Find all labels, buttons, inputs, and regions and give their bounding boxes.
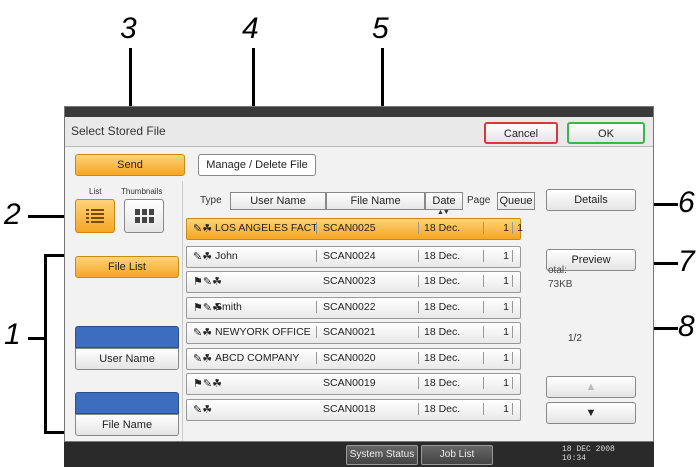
column-file-name[interactable]: File Name [326, 192, 425, 210]
row-user-name: Smith [215, 301, 317, 313]
bottom-status-bar: System Status Job List 18 DEC 2008 10:34 [64, 442, 654, 467]
row-date: 18 Dec. [424, 275, 484, 287]
sort-file-name-button[interactable]: File Name [75, 414, 179, 436]
sort-direction-icon: ▲▼ [437, 209, 450, 216]
list-view-button[interactable] [75, 199, 115, 233]
file-list-button[interactable]: File List [75, 256, 179, 278]
row-file-name: SCAN0023 [323, 275, 419, 287]
column-date[interactable]: Date [425, 192, 463, 210]
row-date: 18 Dec. [424, 377, 484, 389]
scroll-down-button[interactable]: ▼ [546, 402, 636, 424]
list-icon [86, 209, 104, 223]
total-size: 73KB [548, 279, 573, 290]
column-user-name[interactable]: User Name [230, 192, 326, 210]
thumbnails-view-label: Thumbnails [121, 187, 163, 196]
row-file-name: SCAN0021 [323, 326, 419, 338]
sort-user-name-header [75, 326, 179, 348]
row-page: 1 [489, 275, 513, 287]
row-page: 1 [489, 301, 513, 313]
row-page: 1 [489, 377, 513, 389]
callout-5: 5 [372, 12, 389, 45]
file-type-icons: ✎☘ [193, 404, 213, 416]
row-page: 1 [489, 403, 513, 415]
table-row[interactable]: ⚑✎☘ Smith SCAN0022 18 Dec. 1 [186, 297, 521, 319]
screen-top-bar [65, 107, 653, 117]
ok-button[interactable]: OK [567, 122, 645, 144]
row-queue: 1 [517, 222, 523, 234]
tab-manage-delete-file[interactable]: Manage / Delete File [198, 154, 316, 176]
callout-7: 7 [678, 245, 695, 278]
table-row[interactable]: ✎☘ John SCAN0024 18 Dec. 1 [186, 246, 521, 268]
row-date: 18 Dec. [424, 403, 484, 415]
sort-user-name-button[interactable]: User Name [75, 348, 179, 370]
row-file-name: SCAN0018 [323, 403, 419, 415]
page-indicator: 1/2 [568, 333, 582, 344]
details-button[interactable]: Details [546, 189, 636, 211]
window-title: Select Stored File [71, 124, 166, 138]
tab-send[interactable]: Send [75, 154, 185, 176]
row-file-name: SCAN0019 [323, 377, 419, 389]
row-user-name: John [215, 250, 317, 262]
column-type-label: Type [200, 195, 222, 206]
row-page: 1 [489, 222, 513, 234]
table-row[interactable]: ✎☘ NEWYORK OFFICE SCAN0021 18 Dec. 1 [186, 322, 521, 344]
job-list-button[interactable]: Job List [421, 445, 493, 465]
column-queue[interactable]: Queue [497, 192, 535, 210]
device-screen: Select Stored File Cancel OK Send Manage… [64, 106, 654, 442]
table-row[interactable]: ⚑✎☘ SCAN0023 18 Dec. 1 [186, 271, 521, 293]
thumbnail-view-button[interactable] [124, 199, 164, 233]
system-status-button[interactable]: System Status [346, 445, 418, 465]
row-page: 1 [489, 326, 513, 338]
cancel-button[interactable]: Cancel [484, 122, 558, 144]
callout-4: 4 [242, 12, 259, 45]
sort-file-name-header [75, 392, 179, 414]
row-page: 1 [489, 250, 513, 262]
table-row[interactable]: ✎☘ SCAN0018 18 Dec. 1 [186, 399, 521, 421]
row-file-name: SCAN0025 [323, 222, 419, 234]
callout-2: 2 [4, 198, 21, 231]
row-user-name: LOS ANGELES FACT [215, 222, 317, 234]
row-file-name: SCAN0022 [323, 301, 419, 313]
table-row[interactable]: ✎☘ LOS ANGELES FACT SCAN0025 18 Dec. 1 1 [186, 218, 523, 240]
thumbnail-grid-icon [135, 209, 154, 223]
file-type-icons: ⚑✎☘ [193, 276, 221, 288]
callout-1: 1 [4, 318, 21, 351]
callout-line-1-bracket-v [44, 254, 47, 434]
total-label: otal: [548, 265, 567, 276]
list-view-label: List [89, 187, 102, 196]
row-file-name: SCAN0024 [323, 250, 419, 262]
row-date: 18 Dec. [424, 301, 484, 313]
clock-date: 18 DEC 2008 [562, 445, 615, 454]
table-row[interactable]: ✎☘ ABCD COMPANY SCAN0020 18 Dec. 1 [186, 348, 521, 370]
row-date: 18 Dec. [424, 352, 484, 364]
row-page: 1 [489, 352, 513, 364]
callout-3: 3 [120, 12, 137, 45]
row-user-name: ABCD COMPANY [215, 352, 317, 364]
column-page-label: Page [467, 195, 491, 206]
row-file-name: SCAN0020 [323, 352, 419, 364]
file-type-icons: ⚑✎☘ [193, 378, 221, 390]
row-date: 18 Dec. [424, 222, 484, 234]
table-row[interactable]: ⚑✎☘ SCAN0019 18 Dec. 1 [186, 373, 521, 395]
row-date: 18 Dec. [424, 326, 484, 338]
row-user-name: NEWYORK OFFICE [215, 326, 317, 338]
scroll-up-button[interactable]: ▲ [546, 376, 636, 398]
clock-time: 10:34 [562, 454, 587, 463]
callout-8: 8 [678, 310, 695, 343]
row-date: 18 Dec. [424, 250, 484, 262]
callout-6: 6 [678, 186, 695, 219]
